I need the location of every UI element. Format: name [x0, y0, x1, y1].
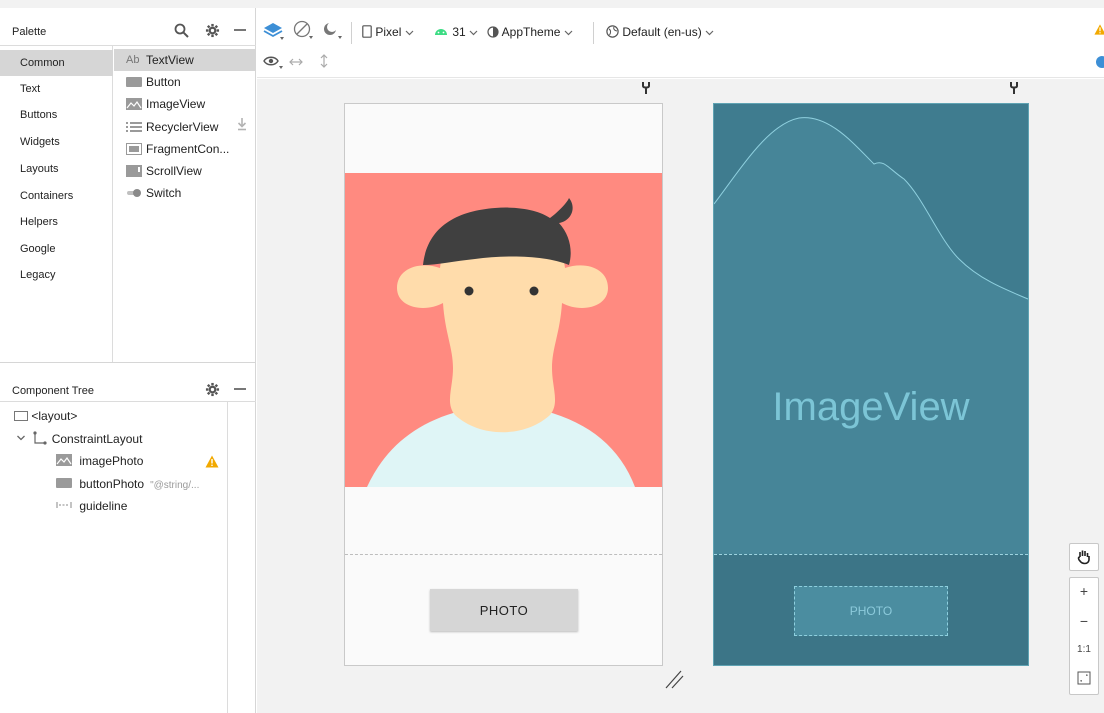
tree-column-divider: [227, 402, 228, 713]
palette-item-scrollview[interactable]: ScrollView: [114, 160, 256, 182]
pan-tool-button[interactable]: [1069, 543, 1099, 571]
locale-selector[interactable]: Default (en-us): [606, 25, 714, 39]
vertical-resize-icon[interactable]: [319, 54, 329, 71]
warning-icon[interactable]: [205, 455, 219, 468]
fit-screen-icon: [1077, 671, 1091, 685]
resize-handle-icon[interactable]: [664, 668, 684, 693]
palette-item-imageview[interactable]: ImageView: [114, 93, 256, 115]
android-icon: [435, 29, 447, 35]
palette-item-label: Switch: [146, 186, 182, 200]
constraint-layout-icon: [33, 431, 47, 445]
palette-item-label: RecyclerView: [146, 120, 219, 134]
zoom-controls: + − 1:1: [1069, 577, 1099, 695]
palette-categories: Common Text Buttons Widgets Layouts Cont…: [0, 46, 113, 362]
palette-item-switch[interactable]: Switch: [114, 182, 256, 204]
help-icon[interactable]: [1095, 55, 1104, 72]
component-tree-header: Component Tree: [0, 362, 256, 402]
tree-node-guideline[interactable]: guideline: [56, 495, 127, 517]
minimize-icon[interactable]: [233, 381, 247, 400]
blueprint-imageview-label: ImageView: [772, 385, 970, 429]
guideline-design[interactable]: [345, 554, 662, 555]
image-icon: [126, 98, 142, 110]
zoom-out-button[interactable]: −: [1070, 613, 1098, 629]
palette-item-label: Button: [146, 75, 181, 89]
window-top-strip: [0, 0, 1104, 8]
component-tree-title: Component Tree: [12, 385, 94, 397]
palette-item-label: TextView: [146, 53, 194, 67]
fragment-icon: [126, 143, 142, 155]
download-icon[interactable]: [237, 116, 247, 138]
blueprint-silhouette-icon: [714, 104, 1028, 300]
phone-icon: [362, 25, 372, 38]
tree-node-constraintlayout[interactable]: ConstraintLayout: [16, 428, 142, 450]
globe-icon: [606, 25, 619, 38]
category-buttons[interactable]: Buttons: [0, 102, 113, 128]
blueprint-image-photo[interactable]: [714, 104, 1028, 554]
tree-node-imagephoto[interactable]: imagePhoto: [56, 450, 226, 472]
gear-icon[interactable]: [205, 382, 220, 401]
minimize-icon[interactable]: [233, 22, 247, 41]
category-legacy[interactable]: Legacy: [0, 262, 113, 288]
palette-item-recyclerview[interactable]: RecyclerView: [114, 116, 256, 138]
palette-title: Palette: [12, 26, 47, 38]
scroll-icon: [126, 165, 142, 177]
view-options-toolbar: [257, 46, 1104, 78]
avatar-illustration-icon: [367, 198, 635, 487]
blueprint-photo-button[interactable]: PHOTO: [794, 586, 948, 636]
category-google[interactable]: Google: [0, 236, 113, 262]
category-containers[interactable]: Containers: [0, 183, 113, 209]
photo-button[interactable]: PHOTO: [430, 589, 578, 631]
button-icon: [126, 76, 142, 88]
layers-icon[interactable]: [263, 21, 285, 44]
hand-icon: [1077, 549, 1091, 568]
chevron-down-icon: [705, 30, 714, 36]
tree-node-buttonphoto[interactable]: buttonPhoto "@string/...: [56, 473, 199, 495]
chevron-down-icon: [17, 435, 25, 441]
chevron-down-icon: [469, 30, 478, 36]
list-icon: [126, 121, 142, 133]
horizontal-resize-icon[interactable]: [289, 56, 303, 70]
image-photo-view[interactable]: [345, 173, 662, 487]
gear-icon[interactable]: [205, 23, 220, 42]
category-common[interactable]: Common: [0, 50, 113, 76]
palette-header: Palette: [0, 8, 256, 46]
category-layouts[interactable]: Layouts: [0, 156, 113, 182]
palette-item-label: ImageView: [146, 97, 206, 111]
category-widgets[interactable]: Widgets: [0, 129, 113, 155]
palette-item-label: FragmentCon...: [146, 142, 230, 156]
chevron-down-icon: [405, 30, 414, 36]
palette-item-label: ScrollView: [146, 164, 202, 178]
image-icon: [56, 454, 72, 466]
eye-icon[interactable]: [263, 55, 283, 72]
theme-icon: [487, 26, 499, 38]
category-helpers[interactable]: Helpers: [0, 209, 113, 235]
pin-icon: [641, 81, 651, 98]
orientation-icon[interactable]: [292, 20, 314, 43]
palette-item-button[interactable]: Button: [114, 71, 256, 93]
switch-icon: [126, 187, 142, 199]
pin-icon: [1009, 81, 1019, 98]
theme-selector[interactable]: AppTheme: [487, 25, 573, 39]
warning-icon[interactable]: [1094, 23, 1104, 39]
chevron-down-icon: [564, 30, 573, 36]
palette-item-fragmentcontainer[interactable]: FragmentCon...: [114, 138, 256, 160]
guideline-blueprint[interactable]: [714, 554, 1028, 555]
button-icon: [56, 478, 72, 488]
search-icon[interactable]: [174, 23, 189, 42]
api-level-selector[interactable]: 31: [433, 25, 478, 39]
textview-icon: Ab: [126, 54, 140, 66]
design-toolbar: Pixel 31 AppTheme Default (en-us): [257, 8, 1104, 46]
tree-node-layout[interactable]: <layout>: [14, 405, 77, 427]
device-selector[interactable]: Pixel: [362, 25, 414, 39]
category-text[interactable]: Text: [0, 76, 113, 102]
zoom-in-button[interactable]: +: [1070, 583, 1098, 599]
zoom-actual-size-button[interactable]: 1:1: [1070, 644, 1098, 655]
zoom-fit-button[interactable]: [1070, 671, 1098, 688]
guideline-icon: [56, 502, 72, 508]
night-mode-icon[interactable]: [321, 20, 343, 43]
layout-icon: [14, 411, 28, 421]
palette-item-textview[interactable]: Ab TextView: [114, 49, 256, 71]
